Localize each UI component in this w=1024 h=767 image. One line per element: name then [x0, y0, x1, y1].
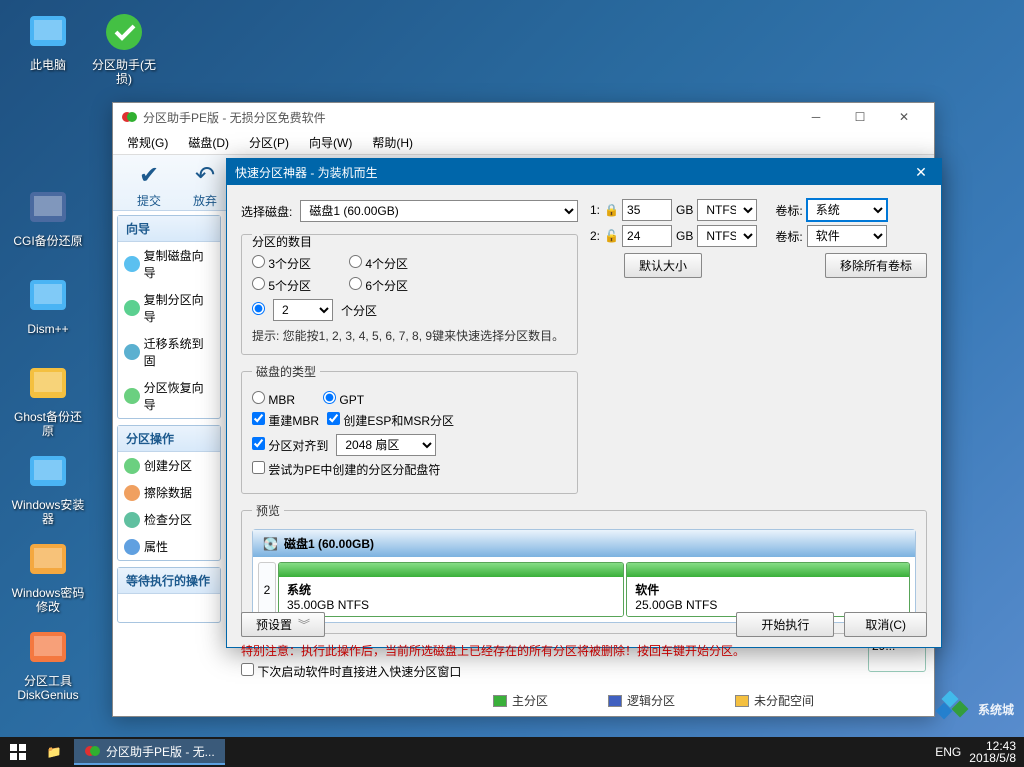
start-button[interactable]: 开始执行: [736, 612, 834, 637]
menubar: 常规(G)磁盘(D)分区(P)向导(W)帮助(H): [113, 131, 934, 155]
titlebar[interactable]: 分区助手PE版 - 无损分区免费软件 ─ ☐ ✕: [113, 103, 934, 131]
menu-item[interactable]: 向导(W): [299, 131, 362, 154]
desktop-icon[interactable]: Ghost备份还原: [10, 360, 86, 438]
remove-labels-button[interactable]: 移除所有卷标: [825, 253, 927, 278]
watermark: 系统城: [936, 691, 1014, 727]
sidebar-item[interactable]: 迁移系统到固: [118, 330, 220, 374]
partition-row: 2:🔓 GB NTFS 卷标: 软件: [590, 225, 927, 247]
preview-partition[interactable]: 软件25.00GB NTFS: [626, 562, 910, 617]
sidebar-item[interactable]: 创建分区: [118, 452, 220, 479]
desktop: 此电脑 CGI备份还原 Dism++ Ghost备份还原 Windows安装器 Windo…: [0, 0, 1024, 767]
sidebar-item[interactable]: 属性: [118, 533, 220, 560]
wizard-panel: 向导 复制磁盘向导复制分区向导迁移系统到固分区恢复向导: [117, 215, 221, 419]
commit-button[interactable]: ✔提交: [121, 159, 177, 206]
sidebar-item[interactable]: 擦除数据: [118, 479, 220, 506]
size-input[interactable]: [622, 225, 672, 247]
explorer-icon[interactable]: 📁: [36, 745, 72, 759]
start-button[interactable]: [0, 737, 36, 767]
disk-type-group: 磁盘的类型 MBR GPT 重建MBR 创建ESP和MSR分区 分区对齐到 20…: [241, 363, 578, 494]
warning-text: 特别注意：执行此操作后，当前所选磁盘上已经存在的所有分区将被删除！按回车键开始分…: [241, 642, 927, 659]
maximize-button[interactable]: ☐: [838, 103, 882, 131]
preview-partition[interactable]: 系统35.00GB NTFS: [278, 562, 624, 617]
app-icon: [121, 109, 137, 125]
opt-4[interactable]: 4个分区: [349, 255, 408, 272]
desktop-icon[interactable]: Windows安装器: [10, 448, 86, 526]
select-disk-label: 选择磁盘:: [241, 203, 292, 220]
rebuild-mbr-check[interactable]: 重建MBR: [252, 412, 319, 429]
sidebar-item[interactable]: 分区恢复向导: [118, 374, 220, 418]
desktop-icon[interactable]: Windows密码修改: [10, 536, 86, 614]
window-title: 分区助手PE版 - 无损分区免费软件: [143, 109, 326, 126]
auto-enter-check[interactable]: 下次启动软件时直接进入快速分区窗口: [241, 665, 461, 679]
opt-6[interactable]: 6个分区: [349, 277, 408, 294]
disk-select[interactable]: 磁盘1 (60.00GB): [300, 200, 578, 222]
dialog-close-button[interactable]: ✕: [909, 164, 933, 181]
align-select[interactable]: 2048 扇区: [336, 434, 436, 456]
lock-icon[interactable]: 🔒: [604, 203, 618, 217]
opt-3[interactable]: 3个分区: [252, 255, 311, 272]
preview-disk-header: 💽 磁盘1 (60.00GB): [253, 530, 915, 557]
fs-select[interactable]: NTFS: [697, 225, 757, 247]
desktop-icon[interactable]: Dism++: [10, 272, 86, 336]
operations-panel: 分区操作 创建分区擦除数据检查分区属性: [117, 425, 221, 561]
taskbar: 📁 分区助手PE版 - 无... ENG 12:43 2018/5/8: [0, 737, 1024, 767]
create-esp-check[interactable]: 创建ESP和MSR分区: [327, 412, 454, 429]
sidebar-item[interactable]: 复制磁盘向导: [118, 242, 220, 286]
default-size-button[interactable]: 默认大小: [624, 253, 702, 278]
menu-item[interactable]: 磁盘(D): [178, 131, 239, 154]
disk-icon: 💽: [263, 537, 278, 551]
system-tray[interactable]: ENG 12:43 2018/5/8: [927, 740, 1024, 764]
label-select[interactable]: 软件: [807, 225, 887, 247]
try-pe-check[interactable]: 尝试为PE中创建的分区分配盘符: [252, 461, 440, 478]
opt-custom[interactable]: [252, 302, 265, 318]
size-input[interactable]: [622, 199, 672, 221]
close-button[interactable]: ✕: [882, 103, 926, 131]
lock-icon[interactable]: 🔓: [604, 229, 618, 243]
quick-partition-dialog: 快速分区神器 - 为装机而生 ✕ 选择磁盘: 磁盘1 (60.00GB) 分区的…: [226, 158, 942, 648]
gpt-radio[interactable]: GPT: [323, 391, 364, 407]
partition-count-group: 分区的数目 3个分区 4个分区 5个分区 6个分区 2 个分区: [241, 227, 578, 355]
desktop-icon[interactable]: 分区工具DiskGenius: [10, 624, 86, 702]
menu-item[interactable]: 常规(G): [117, 131, 178, 154]
mbr-radio[interactable]: MBR: [252, 391, 295, 407]
sidebar-item[interactable]: 检查分区: [118, 506, 220, 533]
desktop-icon[interactable]: CGI备份还原: [10, 184, 86, 248]
desktop-icon[interactable]: 分区助手(无损): [86, 8, 162, 86]
legend: 主分区 逻辑分区 未分配空间: [493, 692, 844, 709]
discard-button[interactable]: ↶放弃: [177, 159, 233, 206]
cancel-button[interactable]: 取消(C): [844, 612, 927, 637]
desktop-icon[interactable]: 此电脑: [10, 8, 86, 72]
pending-panel: 等待执行的操作: [117, 567, 221, 623]
fs-select[interactable]: NTFS: [697, 199, 757, 221]
preset-button[interactable]: 预设置︾: [241, 612, 325, 637]
sidebar-item[interactable]: 复制分区向导: [118, 286, 220, 330]
label-select[interactable]: 系统: [807, 199, 887, 221]
left-sidebar: 向导 复制磁盘向导复制分区向导迁移系统到固分区恢复向导 分区操作 创建分区擦除数…: [117, 215, 221, 682]
custom-count-select[interactable]: 2: [273, 299, 333, 321]
minimize-button[interactable]: ─: [794, 103, 838, 131]
opt-5[interactable]: 5个分区: [252, 277, 311, 294]
align-check[interactable]: 分区对齐到: [252, 437, 328, 454]
taskbar-app[interactable]: 分区助手PE版 - 无...: [74, 739, 225, 765]
dialog-titlebar[interactable]: 快速分区神器 - 为装机而生 ✕: [227, 159, 941, 185]
menu-item[interactable]: 帮助(H): [362, 131, 423, 154]
partition-row: 1:🔒 GB NTFS 卷标: 系统: [590, 199, 927, 221]
partition-rows: 1:🔒 GB NTFS 卷标: 系统 2:🔓 GB NTFS 卷标: 软件: [590, 199, 927, 247]
menu-item[interactable]: 分区(P): [239, 131, 299, 154]
